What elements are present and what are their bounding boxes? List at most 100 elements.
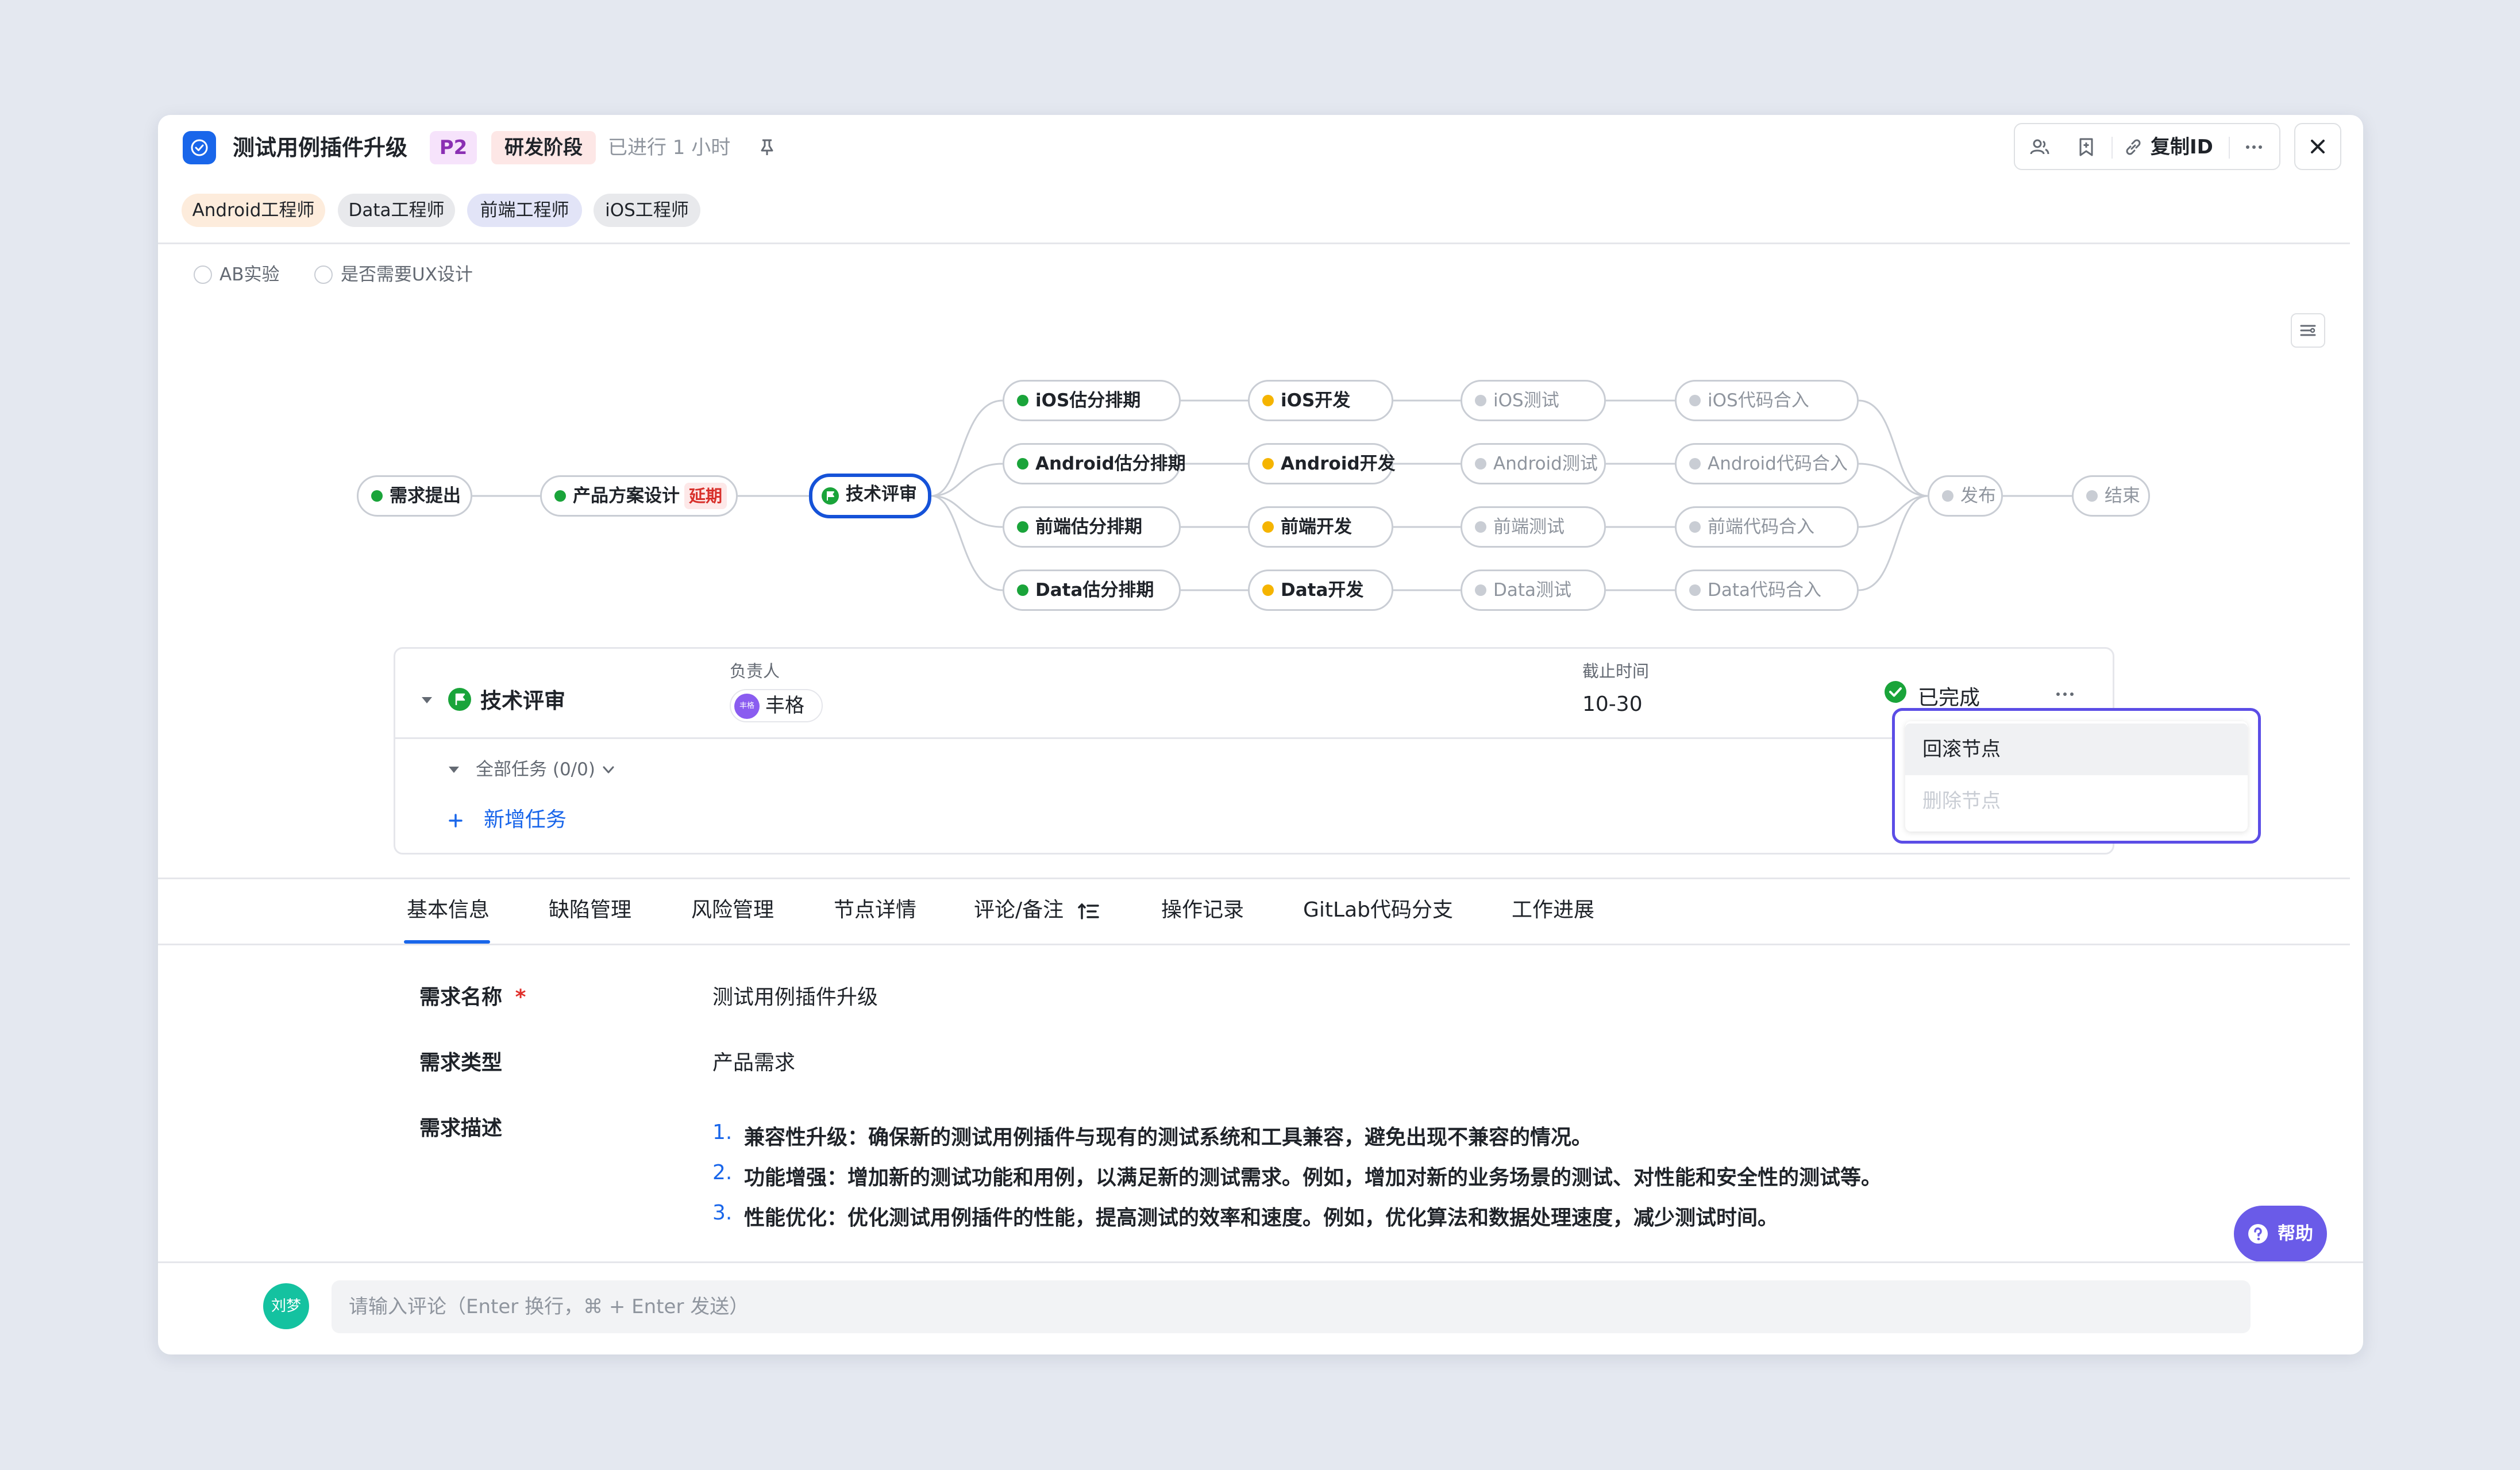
flow-node-label: Android开发 [1281, 453, 1396, 474]
rollback-node-item[interactable]: 回滚节点 [1905, 724, 2248, 775]
tab-risks[interactable]: 风险管理 [691, 891, 774, 930]
flow-node-data-estimate[interactable]: Data估分排期 [1003, 569, 1181, 611]
tab-gitlab-branches[interactable]: GitLab代码分支 [1303, 891, 1453, 930]
comment-input[interactable]: 请输入评论（Enter 换行，⌘ + Enter 发送） [332, 1280, 2251, 1333]
tab-work-progress[interactable]: 工作进展 [1512, 891, 1594, 930]
avatar: 刘梦 [263, 1283, 309, 1329]
tab-defects[interactable]: 缺陷管理 [549, 891, 631, 930]
requirement-desc-label: 需求描述 [419, 1117, 503, 1140]
desc-list-item: 功能增强：增加新的测试功能和用例，以满足新的测试需求。例如，增加对新的业务场景的… [744, 1166, 1882, 1190]
flow-node-ios-dev[interactable]: iOS开发 [1248, 380, 1393, 421]
flow-node-label: 前端代码合入 [1708, 517, 1814, 537]
flow-node-frontend-merge[interactable]: 前端代码合入 [1675, 506, 1859, 548]
flow-node-label: Data代码合入 [1708, 580, 1822, 601]
flow-node-frontend-test[interactable]: 前端测试 [1461, 506, 1606, 548]
status-dot-icon [1262, 584, 1274, 596]
plus-icon[interactable] [446, 811, 465, 830]
owner-chip[interactable]: 丰格 丰格 [730, 689, 823, 722]
flow-node-android-test[interactable]: Android测试 [1461, 443, 1606, 484]
deadline-label: 截止时间 [1582, 661, 1650, 681]
status-dot-icon [1262, 521, 1274, 533]
flag-icon [448, 688, 471, 711]
desc-list-item: 兼容性升级：确保新的测试用例插件与现有的测试系统和工具兼容，避免出现不兼容的情况… [744, 1126, 1593, 1149]
tab-node-details[interactable]: 节点详情 [834, 891, 916, 930]
check-circle-icon [1885, 681, 1906, 703]
flow-node-data-merge[interactable]: Data代码合入 [1675, 569, 1859, 611]
owner-label: 负责人 [730, 661, 780, 681]
flow-node-label: 技术评审 [846, 484, 917, 505]
sort-icon[interactable] [1077, 900, 1100, 923]
list-number: 3. [712, 1201, 733, 1225]
flag-icon [822, 487, 839, 505]
flow-node-label: 产品方案设计 [573, 486, 680, 506]
workflow-connectors [472, 399, 2072, 591]
chevron-down-icon[interactable] [600, 761, 617, 779]
requirement-type-value[interactable]: 产品需求 [712, 1046, 795, 1076]
flow-node-product-design[interactable]: 产品方案设计 延期 [540, 475, 738, 517]
question-circle-icon [2248, 1224, 2268, 1244]
flow-node-label: Android测试 [1493, 453, 1598, 474]
requirement-type-label: 需求类型 [419, 1051, 503, 1075]
list-number: 1. [712, 1121, 733, 1144]
comment-divider [158, 1261, 2363, 1263]
section-divider [158, 878, 2350, 879]
flow-node-ios-merge[interactable]: iOS代码合入 [1675, 380, 1859, 421]
caret-down-icon[interactable] [418, 691, 436, 709]
status-dot-icon [1689, 458, 1701, 470]
field-label-text: 需求名称 [419, 986, 503, 1009]
flow-node-label: Android代码合入 [1708, 453, 1848, 474]
flow-node-label: iOS测试 [1493, 390, 1559, 411]
panel-divider [395, 737, 2113, 739]
tab-comments[interactable]: 评论/备注 [974, 891, 1064, 930]
flow-node-label: iOS开发 [1281, 390, 1351, 411]
add-task-button[interactable]: 新增任务 [484, 805, 567, 835]
help-button[interactable]: 帮助 [2234, 1206, 2327, 1262]
flow-node-requirement[interactable]: 需求提出 [357, 475, 472, 517]
flow-node-ios-test[interactable]: iOS测试 [1461, 380, 1606, 421]
status-dot-icon [1942, 490, 1953, 502]
node-status: 已完成 [1918, 686, 1980, 710]
list-number: 2. [712, 1161, 733, 1184]
status-dot-icon [1475, 584, 1486, 596]
flow-node-label: 结束 [2105, 486, 2140, 506]
status-dot-icon [1689, 521, 1701, 533]
owner-name: 丰格 [765, 694, 804, 717]
flow-node-ios-estimate[interactable]: iOS估分排期 [1003, 380, 1181, 421]
avatar: 丰格 [734, 694, 760, 719]
flow-node-label: 需求提出 [390, 486, 461, 506]
caret-down-icon[interactable] [446, 761, 462, 778]
node-name: 技术评审 [480, 688, 565, 713]
all-tasks-label[interactable]: 全部任务 (0/0) [476, 755, 595, 784]
flow-node-frontend-estimate[interactable]: 前端估分排期 [1003, 506, 1181, 548]
flow-node-android-merge[interactable]: Android代码合入 [1675, 443, 1859, 484]
flow-node-release[interactable]: 发布 [1928, 475, 2003, 517]
flow-node-label: Android估分排期 [1035, 453, 1186, 474]
flow-node-label: 发布 [1960, 486, 1996, 506]
flow-node-tech-review[interactable]: 技术评审 [809, 474, 931, 518]
flow-node-android-dev[interactable]: Android开发 [1248, 443, 1396, 484]
requirement-name-label: 需求名称 * [419, 980, 526, 1010]
flow-node-android-estimate[interactable]: Android估分排期 [1003, 443, 1186, 484]
menu-list: 回滚节点 删除节点 [1905, 721, 2248, 832]
tab-operation-log[interactable]: 操作记录 [1161, 891, 1244, 930]
flow-node-data-dev[interactable]: Data开发 [1248, 569, 1393, 611]
status-dot-icon [1262, 458, 1274, 470]
desc-list-item: 性能优化：优化测试用例插件的性能，提高测试的效率和速度。例如，优化算法和数据处理… [744, 1206, 1779, 1230]
help-label: 帮助 [2278, 1223, 2313, 1244]
tab-basic-info[interactable]: 基本信息 [407, 891, 490, 930]
requirement-name-value[interactable]: 测试用例插件升级 [712, 980, 878, 1010]
flow-node-frontend-dev[interactable]: 前端开发 [1248, 506, 1393, 548]
deadline-value[interactable]: 10-30 [1582, 692, 1643, 716]
status-dot-icon [1475, 458, 1486, 470]
status-dot-icon [1689, 584, 1701, 596]
tabs-divider [158, 944, 2350, 945]
status-dot-icon [371, 490, 383, 502]
flow-node-data-test[interactable]: Data测试 [1461, 569, 1606, 611]
status-dot-icon [1689, 395, 1701, 406]
flow-node-end[interactable]: 结束 [2072, 475, 2150, 517]
required-mark: * [515, 986, 526, 1009]
more-options-icon[interactable] [2053, 686, 2076, 703]
status-dot-icon [1017, 395, 1028, 406]
flow-node-label: 前端估分排期 [1035, 517, 1142, 537]
node-detail-panel: 技术评审 负责人 丰格 丰格 截止时间 10-30 已完成 全部任务 (0/0)… [394, 647, 2114, 855]
